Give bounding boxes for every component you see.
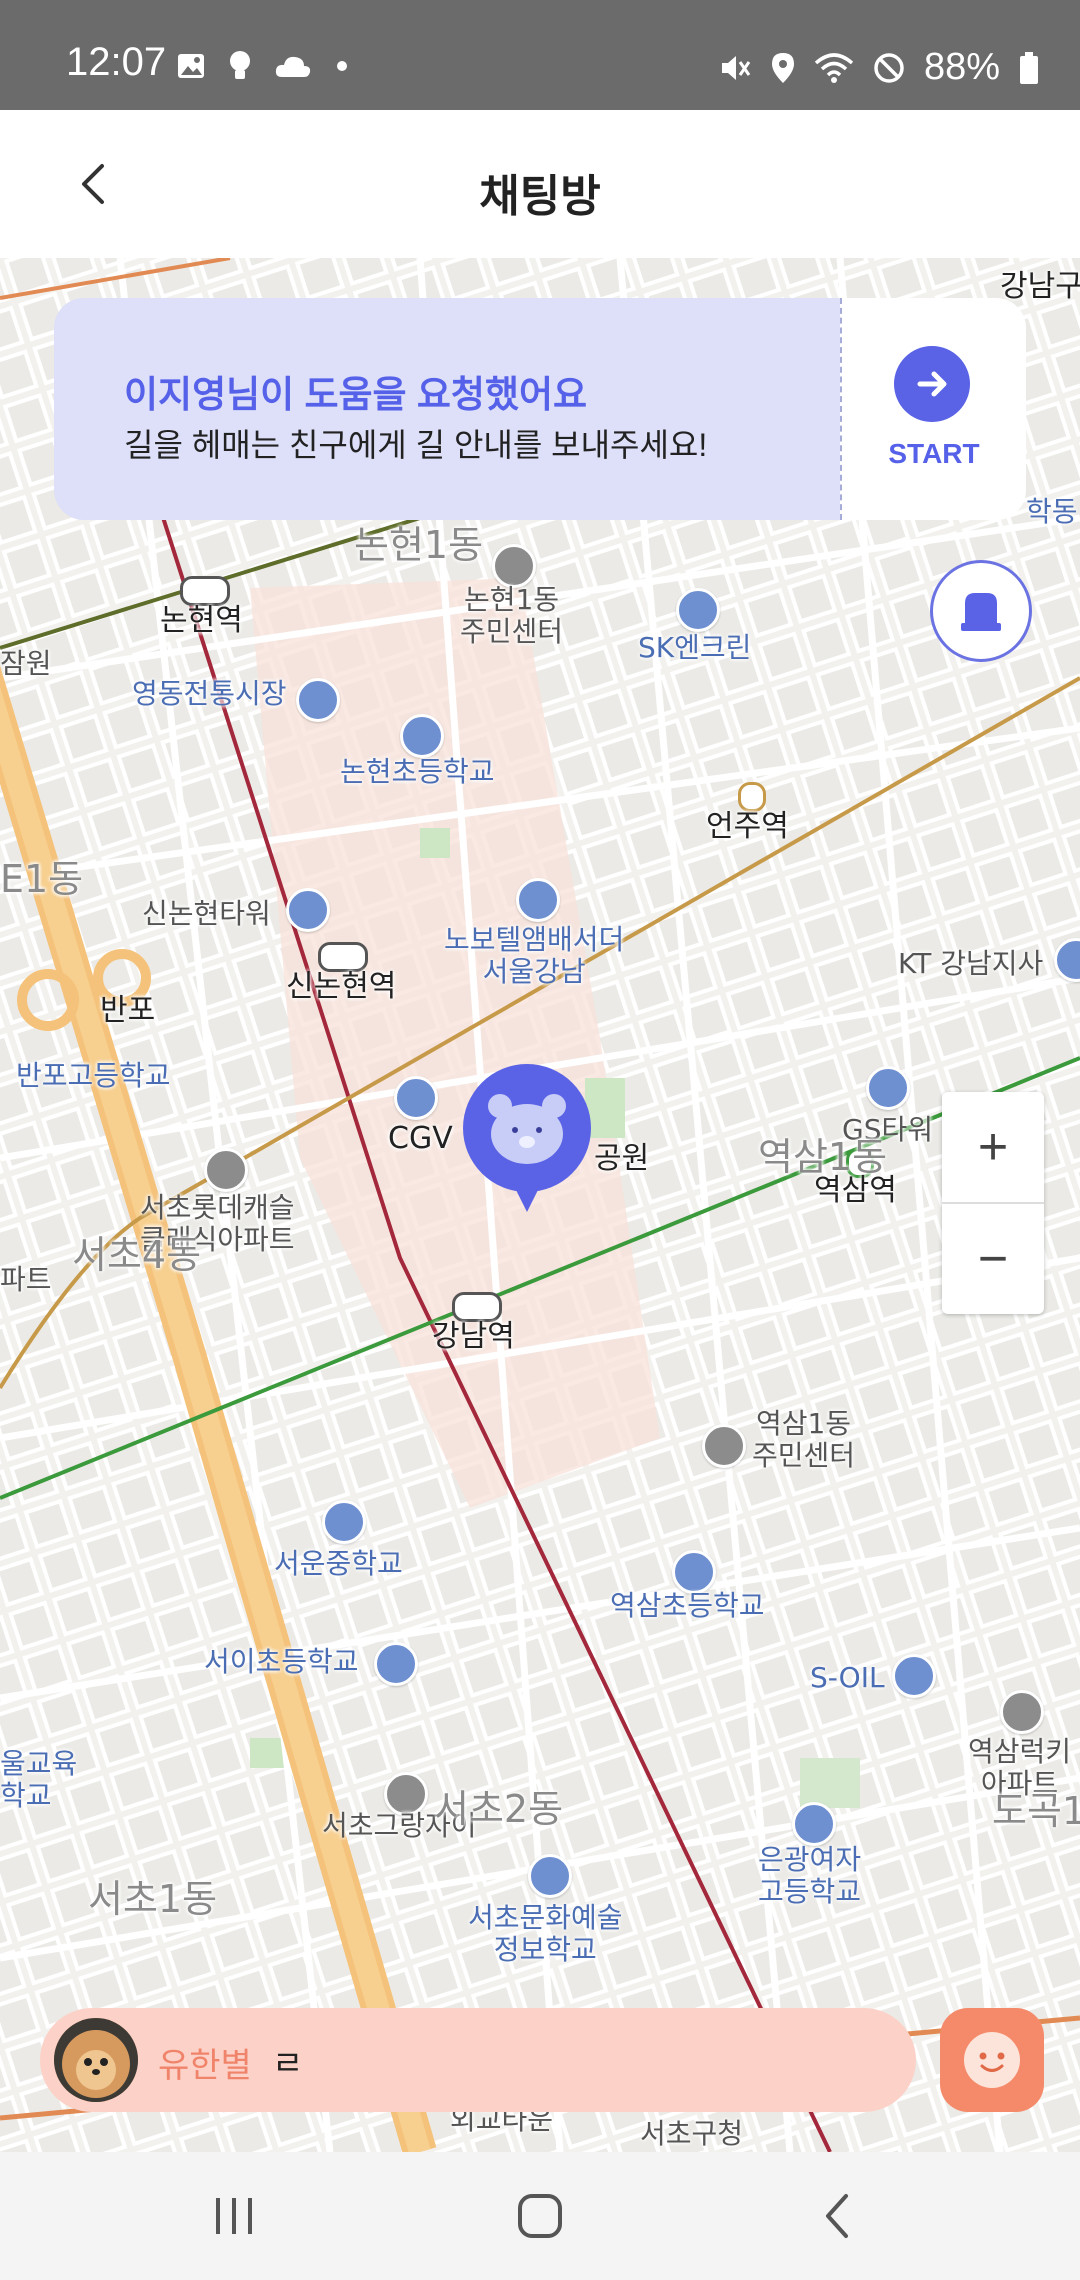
map-label: 서초2동 bbox=[434, 1787, 564, 1831]
map-label: 논현1동 주민센터 bbox=[460, 583, 564, 649]
chat-sender-name: 유한별 bbox=[158, 2047, 252, 2085]
bear-location-marker[interactable] bbox=[462, 1062, 592, 1212]
start-button[interactable]: START bbox=[840, 298, 1026, 520]
map-label: SK엔크린 bbox=[638, 631, 752, 664]
map-label: 울교육 학교 bbox=[0, 1747, 78, 1813]
bulb-icon bbox=[230, 51, 250, 79]
siren-button[interactable] bbox=[930, 560, 1032, 662]
map-label: KT 강남지사 bbox=[898, 947, 1044, 980]
page-title: 채팅방 bbox=[479, 172, 601, 221]
status-right-icons: 88% bbox=[718, 46, 1040, 89]
location-icon bbox=[771, 52, 794, 83]
battery-percent: 88% bbox=[923, 46, 1000, 88]
map-label: 잠원 bbox=[0, 647, 52, 680]
map-label: 역삼초등학교 bbox=[610, 1589, 765, 1622]
map-label: 역삼역 bbox=[814, 1173, 897, 1208]
status-bar: 12:07 88% bbox=[0, 0, 1080, 110]
start-label: START bbox=[888, 438, 980, 469]
map-label: 파트 bbox=[0, 1263, 52, 1296]
poi-icon bbox=[322, 1500, 366, 1544]
poi-icon bbox=[286, 888, 330, 932]
poi-icon bbox=[296, 678, 340, 722]
poi-icon bbox=[528, 1854, 572, 1898]
map-label: 서초1동 bbox=[88, 1877, 218, 1921]
station-marker bbox=[452, 1292, 502, 1322]
chat-message-bar[interactable]: 유한별 ㄹ bbox=[40, 2008, 916, 2112]
poi-icon bbox=[672, 1550, 716, 1594]
map-label: 신논현역 bbox=[286, 969, 397, 1004]
poi-icon bbox=[866, 1066, 910, 1110]
map-label: 반포 bbox=[100, 993, 156, 1028]
status-time: 12:07 bbox=[66, 40, 167, 84]
map-label: 공원 bbox=[594, 1141, 650, 1176]
image-icon bbox=[178, 54, 204, 78]
battery-icon bbox=[1020, 51, 1038, 84]
poi-icon bbox=[792, 1802, 836, 1846]
help-request-title: 이지영님이 도움을 요청했어요 bbox=[124, 374, 588, 415]
emoji-face-button[interactable] bbox=[940, 2008, 1044, 2112]
map-label: 영동전통시장 bbox=[132, 677, 287, 710]
poi-icon bbox=[702, 1424, 746, 1468]
map-label: 서운중학교 bbox=[274, 1547, 403, 1580]
map-label: 논현역 bbox=[160, 603, 243, 638]
poi-icon bbox=[374, 1642, 418, 1686]
map-label: 서초문화예술 정보학교 bbox=[468, 1901, 623, 1967]
poi-icon bbox=[394, 1076, 438, 1120]
station-marker bbox=[318, 942, 368, 972]
poi-icon bbox=[676, 588, 720, 632]
map-label: 학동 bbox=[1026, 495, 1078, 528]
arrow-right-icon bbox=[894, 346, 970, 422]
poi-icon bbox=[492, 544, 536, 588]
dot-icon bbox=[337, 61, 347, 71]
poi-icon bbox=[892, 1654, 936, 1698]
home-button[interactable] bbox=[508, 2184, 572, 2248]
avatar bbox=[54, 2018, 138, 2102]
map-label: 서초구청 bbox=[640, 2117, 744, 2150]
poi-icon bbox=[516, 878, 560, 922]
help-request-card[interactable]: 이지영님이 도움을 요청했어요 길을 헤매는 친구에게 길 안내를 보내주세요! bbox=[54, 298, 840, 520]
status-left-icons bbox=[176, 50, 350, 82]
smiley-face-icon bbox=[964, 2032, 1020, 2088]
map-label: 은광여자 고등학교 bbox=[758, 1843, 862, 1909]
zoom-controls: + − bbox=[942, 1092, 1044, 1314]
app-bar: 채팅방 bbox=[0, 110, 1080, 258]
poi-icon bbox=[1000, 1690, 1044, 1734]
station-marker bbox=[738, 782, 766, 812]
help-request-banner: 이지영님이 도움을 요청했어요 길을 헤매는 친구에게 길 안내를 보내주세요!… bbox=[54, 298, 1026, 520]
map-label: S-OIL bbox=[810, 1661, 885, 1694]
map-label: 논현1동 bbox=[354, 523, 484, 567]
map-label: CGV bbox=[388, 1121, 453, 1156]
map-label: 서초4동 bbox=[72, 1233, 202, 1277]
poi-icon bbox=[400, 714, 444, 758]
map-label: 노보텔앰배서더 서울강남 bbox=[444, 923, 625, 989]
map-label: 신논현타워 bbox=[142, 897, 271, 930]
map-label: 논현초등학교 bbox=[340, 755, 495, 788]
dnd-icon bbox=[874, 52, 904, 83]
siren-icon bbox=[961, 593, 1001, 631]
map-label: 언주역 bbox=[706, 809, 789, 844]
map-label: 서이초등학교 bbox=[204, 1645, 359, 1678]
chat-message-text: ㄹ bbox=[272, 2045, 304, 2083]
map-label: 강남역 bbox=[432, 1319, 515, 1354]
station-marker bbox=[180, 576, 230, 606]
help-request-subtitle: 길을 헤매는 친구에게 길 안내를 보내주세요! bbox=[124, 427, 708, 463]
zoom-in-button[interactable]: + bbox=[942, 1092, 1044, 1202]
poi-icon bbox=[204, 1148, 248, 1192]
map-label: E1동 bbox=[0, 857, 84, 901]
wifi-icon bbox=[814, 52, 854, 83]
nav-back-button[interactable] bbox=[806, 2184, 870, 2248]
map-label: 반포고등학교 bbox=[16, 1059, 171, 1092]
zoom-out-button[interactable]: − bbox=[942, 1204, 1044, 1314]
system-nav-bar bbox=[0, 2152, 1080, 2280]
mute-icon bbox=[721, 55, 751, 80]
map-label: 도곡1 bbox=[992, 1789, 1080, 1833]
recent-apps-button[interactable] bbox=[202, 2184, 266, 2248]
map-label: 역삼1동 주민센터 bbox=[752, 1407, 856, 1473]
cloud-icon bbox=[275, 56, 311, 77]
